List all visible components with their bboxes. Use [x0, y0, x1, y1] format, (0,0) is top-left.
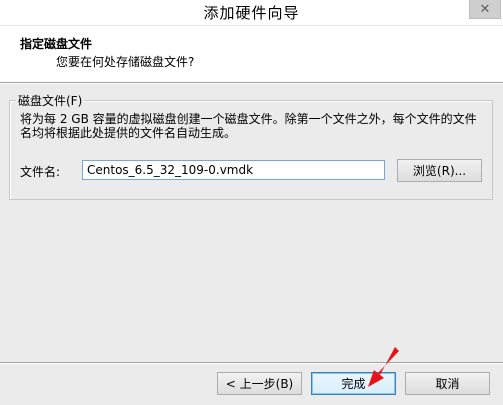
page-subheading: 您要在何处存储磁盘文件?: [56, 55, 195, 69]
disk-file-description: 将为每 2 GB 容量的虚拟磁盘创建一个磁盘文件。除第一个文件之外，每个文件的文…: [20, 112, 477, 140]
close-icon: ✕: [479, 1, 491, 17]
wizard-header: 指定磁盘文件 您要在何处存储磁盘文件?: [0, 26, 503, 83]
footer-divider-highlight: [0, 363, 503, 364]
back-button[interactable]: < 上一步(B): [217, 372, 302, 395]
cancel-button[interactable]: 取消: [405, 372, 490, 395]
page-heading: 指定磁盘文件: [20, 37, 93, 51]
browse-button[interactable]: 浏览(R)...: [397, 159, 482, 182]
disk-file-group-legend: 磁盘文件(F): [16, 92, 85, 109]
disk-file-groupbox: 磁盘文件(F) 将为每 2 GB 容量的虚拟磁盘创建一个磁盘文件。除第一个文件之…: [9, 92, 493, 200]
red-arrow-annotation: [368, 347, 399, 387]
title-bar[interactable]: 添加硬件向导 ✕: [0, 0, 503, 26]
red-arrow-shape: [368, 347, 399, 387]
close-button[interactable]: ✕: [469, 0, 501, 19]
add-hardware-wizard-window: 添加硬件向导 ✕ 指定磁盘文件 您要在何处存储磁盘文件? 磁盘文件(F) 将为每…: [0, 0, 503, 405]
filename-input[interactable]: Centos_6.5_32_109-0.vmdk: [82, 160, 385, 180]
header-divider-highlight: [0, 83, 503, 84]
filename-label: 文件名:: [20, 165, 61, 179]
window-title: 添加硬件向导: [203, 4, 300, 22]
